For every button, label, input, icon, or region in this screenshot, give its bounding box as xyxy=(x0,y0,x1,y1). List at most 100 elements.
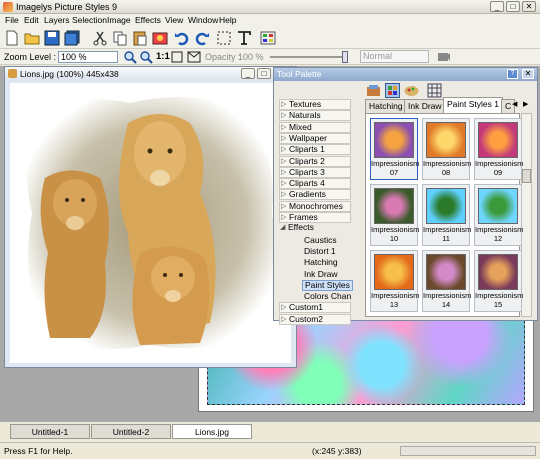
tab-paint-styles-1[interactable]: Paint Styles 1 xyxy=(443,97,503,113)
maximize-button[interactable]: □ xyxy=(506,1,520,12)
paint-palette-icon[interactable] xyxy=(404,83,419,98)
effect-caustics[interactable]: Caustics xyxy=(302,235,339,246)
category-cliparts-1[interactable]: ▷ Cliparts 1 xyxy=(279,144,351,156)
style-tile-15[interactable]: Impressionism 15 xyxy=(474,250,523,312)
palette-close-icon[interactable]: ✕ xyxy=(522,69,534,79)
effect-colors-chan[interactable]: Colors Chan xyxy=(302,291,353,302)
style-tile-08[interactable]: Impressionism 08 xyxy=(422,118,471,180)
style-tile-12[interactable]: Impressionism 12 xyxy=(474,184,523,246)
lions-image-canvas[interactable] xyxy=(10,83,291,363)
tab-scroll-left-icon[interactable]: ◀ xyxy=(512,100,521,110)
zoom-in-icon[interactable] xyxy=(123,50,137,64)
save-all-icon[interactable] xyxy=(64,30,80,46)
expand-arrow-icon[interactable]: ▷ xyxy=(281,303,286,312)
expand-arrow-icon[interactable]: ▷ xyxy=(281,202,286,211)
save-icon[interactable] xyxy=(44,30,60,46)
expand-arrow-icon[interactable]: ▷ xyxy=(281,157,286,166)
category-mixed[interactable]: ▷ Mixed xyxy=(279,121,351,133)
menu-help[interactable]: Help xyxy=(219,15,236,25)
menu-selection[interactable]: Selection xyxy=(72,15,107,25)
category-cliparts-3[interactable]: ▷ Cliparts 3 xyxy=(279,166,351,178)
minimize-button[interactable]: _ xyxy=(490,1,504,12)
doc-tab-untitled-2[interactable]: Untitled-2 xyxy=(91,424,171,439)
undo-icon[interactable] xyxy=(174,30,190,46)
style-tile-14[interactable]: Impressionism 14 xyxy=(422,250,471,312)
collapse-arrow-icon[interactable]: ◢ xyxy=(280,223,285,232)
text-tool-icon[interactable] xyxy=(236,30,252,46)
style-tile-13[interactable]: Impressionism 13 xyxy=(370,250,419,312)
category-cliparts-2[interactable]: ▷ Cliparts 2 xyxy=(279,155,351,167)
expand-arrow-icon[interactable]: ▷ xyxy=(281,213,286,222)
menu-edit[interactable]: Edit xyxy=(24,15,39,25)
tool-palette-window[interactable]: Tool Palette ? ✕ Hatching Ink Draw Paint… xyxy=(273,67,538,325)
category-gradients[interactable]: ▷ Gradients xyxy=(279,189,351,201)
blend-apply-icon[interactable] xyxy=(437,50,451,64)
category-naturals[interactable]: ▷ Naturals xyxy=(279,110,351,122)
category-effects[interactable]: ◢ Effects xyxy=(279,223,351,234)
menu-layers[interactable]: Layers xyxy=(44,15,70,25)
expand-arrow-icon[interactable]: ▷ xyxy=(281,111,286,120)
styles-palette-icon[interactable] xyxy=(385,83,400,98)
doc-tab-untitled-1[interactable]: Untitled-1 xyxy=(10,424,90,439)
brush-palette-icon[interactable] xyxy=(366,83,381,98)
menu-effects[interactable]: Effects xyxy=(135,15,161,25)
tab-ink-draw[interactable]: Ink Draw xyxy=(404,99,446,113)
redo-icon[interactable] xyxy=(194,30,210,46)
blend-mode-select[interactable]: Normal xyxy=(360,50,429,63)
menu-window[interactable]: Window xyxy=(188,15,218,25)
actual-size-button[interactable]: 1:1 xyxy=(156,51,170,62)
category-wallpaper[interactable]: ▷ Wallpaper xyxy=(279,132,351,144)
opacity-slider-track[interactable] xyxy=(270,56,346,58)
doc-maximize-button[interactable]: □ xyxy=(257,68,271,79)
category-cliparts-4[interactable]: ▷ Cliparts 4 xyxy=(279,178,351,190)
open-folder-icon[interactable] xyxy=(24,30,40,46)
expand-arrow-icon[interactable]: ▷ xyxy=(281,190,286,199)
effect-ink-draw[interactable]: Ink Draw xyxy=(302,269,340,280)
grid-view-icon[interactable] xyxy=(427,83,442,98)
zoom-select[interactable]: 100 % xyxy=(58,51,118,63)
tab-scroll-right-icon[interactable]: ▶ xyxy=(523,100,532,110)
category-textures[interactable]: ▷ Textures xyxy=(279,99,351,110)
menu-view[interactable]: View xyxy=(165,15,183,25)
paste-icon[interactable] xyxy=(132,30,148,46)
category-custom2[interactable]: ▷ Custom2 xyxy=(279,313,351,325)
close-button[interactable]: ✕ xyxy=(522,1,536,12)
fullscreen-icon[interactable] xyxy=(187,51,201,63)
expand-arrow-icon[interactable]: ▷ xyxy=(281,100,286,109)
palette-help-icon[interactable]: ? xyxy=(507,69,518,79)
fit-window-icon[interactable] xyxy=(171,51,183,63)
doc-minimize-button[interactable]: _ xyxy=(241,68,255,79)
expand-arrow-icon[interactable]: ▷ xyxy=(281,179,286,188)
menu-image[interactable]: Image xyxy=(107,15,131,25)
lions-document-window[interactable]: Lions.jpg (100%) 445x438 _ □ xyxy=(4,66,297,368)
category-frames[interactable]: ▷ Frames xyxy=(279,212,351,223)
expand-arrow-icon[interactable]: ▷ xyxy=(281,315,286,324)
expand-arrow-icon[interactable]: ▷ xyxy=(281,145,286,154)
selection-tool-icon[interactable] xyxy=(216,30,232,46)
gallery-scroll-thumb[interactable] xyxy=(522,169,531,183)
cut-icon[interactable] xyxy=(92,30,108,46)
opacity-slider-thumb[interactable] xyxy=(342,51,348,63)
app-title: Imagelys Picture Styles 9 xyxy=(16,2,118,12)
style-tile-10[interactable]: Impressionism 10 xyxy=(370,184,419,246)
expand-arrow-icon[interactable]: ▷ xyxy=(281,134,286,143)
expand-arrow-icon[interactable]: ▷ xyxy=(281,168,286,177)
category-custom1[interactable]: ▷ Custom1 xyxy=(279,302,351,314)
menu-file[interactable]: File xyxy=(5,15,19,25)
gallery-scrollbar[interactable] xyxy=(521,113,532,317)
style-tile-07[interactable]: Impressionism 07 xyxy=(370,118,419,180)
effect-hatching[interactable]: Hatching xyxy=(302,257,340,268)
copy-icon[interactable] xyxy=(112,30,128,46)
image-icon[interactable] xyxy=(152,30,168,46)
tab-hatching[interactable]: Hatching xyxy=(365,99,407,113)
expand-arrow-icon[interactable]: ▷ xyxy=(281,123,286,132)
palette-toggle-icon[interactable] xyxy=(260,30,276,46)
new-file-icon[interactable] xyxy=(4,30,20,46)
style-tile-11[interactable]: Impressionism 11 xyxy=(422,184,471,246)
style-tile-09[interactable]: Impressionism 09 xyxy=(474,118,523,180)
effect-distort-1[interactable]: Distort 1 xyxy=(302,246,338,257)
doc-tab-lions[interactable]: Lions.jpg xyxy=(172,424,252,439)
category-monochromes[interactable]: ▷ Monochromes xyxy=(279,200,351,212)
effect-paint-styles[interactable]: Paint Styles xyxy=(302,279,353,291)
zoom-out-icon[interactable] xyxy=(139,50,153,64)
